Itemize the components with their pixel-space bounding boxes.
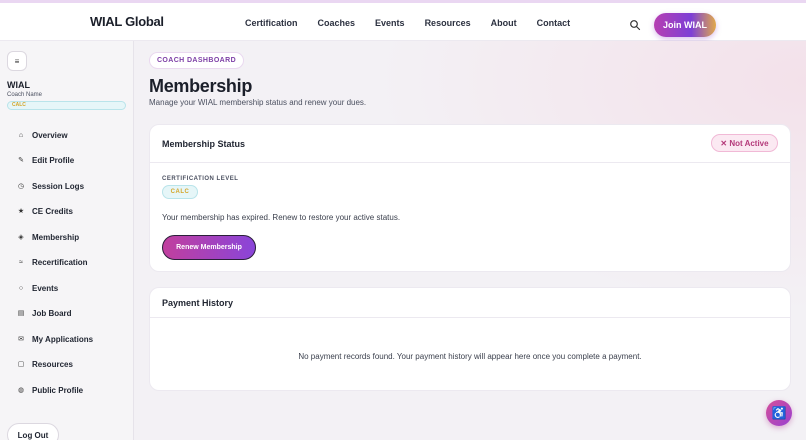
accessibility-icon[interactable]: ♿: [766, 400, 792, 426]
sidebar-item-recertification[interactable]: ≈ Recertification: [16, 255, 88, 269]
sidebar-item-label: Overview: [32, 130, 68, 140]
card-header: Membership Status ✕ Not Active: [150, 125, 790, 163]
search-icon[interactable]: [629, 18, 641, 31]
page-title: Membership: [149, 76, 253, 96]
status-badge: ✕ Not Active: [711, 134, 778, 152]
card-title: Payment History: [162, 298, 234, 308]
diamond-icon: ◈: [18, 234, 24, 241]
page-subtitle: Manage your WIAL membership status and r…: [149, 98, 367, 107]
sidebar-item-ce-credits[interactable]: ★ CE Credits: [16, 204, 73, 218]
membership-status-card: Membership Status ✕ Not Active CERTIFICA…: [149, 124, 791, 272]
sidebar-org-name: WIAL: [7, 80, 30, 90]
nav-link-contact[interactable]: Contact: [537, 18, 571, 28]
book-icon: ▢: [17, 361, 25, 368]
membership-message: Your membership has expired. Renew to re…: [162, 213, 401, 222]
empty-state-message: No payment records found. Your payment h…: [298, 352, 642, 361]
site-logo[interactable]: WIAL Global: [90, 14, 164, 29]
mail-icon: ✉: [18, 336, 24, 343]
sidebar-item-overview[interactable]: ⌂ Overview: [16, 128, 68, 142]
calendar-icon: ○: [18, 284, 24, 292]
sidebar-item-label: Events: [32, 283, 59, 293]
sidebar-item-label: Resources: [32, 359, 73, 369]
sidebar-item-resources[interactable]: ▢ Resources: [16, 357, 73, 371]
sidebar-coach-name: Coach Name: [7, 92, 43, 98]
clock-icon: ◷: [17, 183, 25, 190]
section-chip: COACH DASHBOARD: [149, 52, 244, 69]
globe-icon: ◍: [17, 387, 25, 394]
sidebar-item-job-board[interactable]: ▤ Job Board: [16, 306, 72, 320]
edit-icon: ✎: [18, 157, 24, 164]
sidebar-item-label: Job Board: [32, 308, 72, 318]
sidebar-item-label: CE Credits: [32, 206, 73, 216]
home-icon: ⌂: [18, 131, 24, 139]
sidebar-item-events[interactable]: ○ Events: [16, 281, 58, 295]
refresh-icon: ≈: [19, 258, 23, 266]
sidebar-item-membership[interactable]: ◈ Membership: [16, 230, 79, 244]
cert-level-label: CERTIFICATION LEVEL: [162, 176, 239, 182]
sidebar-item-session-logs[interactable]: ◷ Session Logs: [16, 179, 84, 193]
nav-link-certification[interactable]: Certification: [245, 18, 298, 28]
sidebar-item-label: My Applications: [32, 334, 94, 344]
sidebar-item-edit-profile[interactable]: ✎ Edit Profile: [16, 153, 74, 167]
top-navigation-bar: WIAL Global Certification Coaches Events…: [0, 0, 806, 41]
sidebar-cert-badge: CALC: [7, 101, 126, 110]
briefcase-icon: ▤: [17, 310, 25, 317]
sidebar-item-public-profile[interactable]: ◍ Public Profile: [16, 383, 83, 397]
renew-membership-button[interactable]: Renew Membership: [162, 235, 256, 260]
logout-button[interactable]: Log Out: [7, 423, 59, 440]
sidebar-item-my-applications[interactable]: ✉ My Applications: [16, 332, 93, 346]
sidebar-item-label: Membership: [32, 232, 80, 242]
nav-link-events[interactable]: Events: [375, 18, 405, 28]
card-title: Membership Status: [162, 139, 246, 149]
sidebar-item-label: Recertification: [32, 257, 88, 267]
card-header: Payment History: [150, 288, 790, 318]
sidebar-item-label: Session Logs: [32, 181, 85, 191]
menu-icon[interactable]: ≡: [7, 51, 27, 71]
cert-level-badge: CALC: [162, 185, 198, 199]
nav-link-coaches[interactable]: Coaches: [318, 18, 356, 28]
main-nav: Certification Coaches Events Resources A…: [245, 18, 590, 28]
join-wial-button[interactable]: Join WIAL: [654, 13, 716, 37]
nav-link-resources[interactable]: Resources: [425, 18, 471, 28]
star-icon: ★: [17, 208, 25, 215]
sidebar: ≡ WIAL Coach Name CALC ⌂ Overview ✎ Edit…: [0, 41, 134, 440]
sidebar-item-label: Public Profile: [32, 385, 84, 395]
payment-history-card: Payment History No payment records found…: [149, 287, 791, 391]
sidebar-item-label: Edit Profile: [32, 155, 75, 165]
nav-link-about[interactable]: About: [491, 18, 517, 28]
